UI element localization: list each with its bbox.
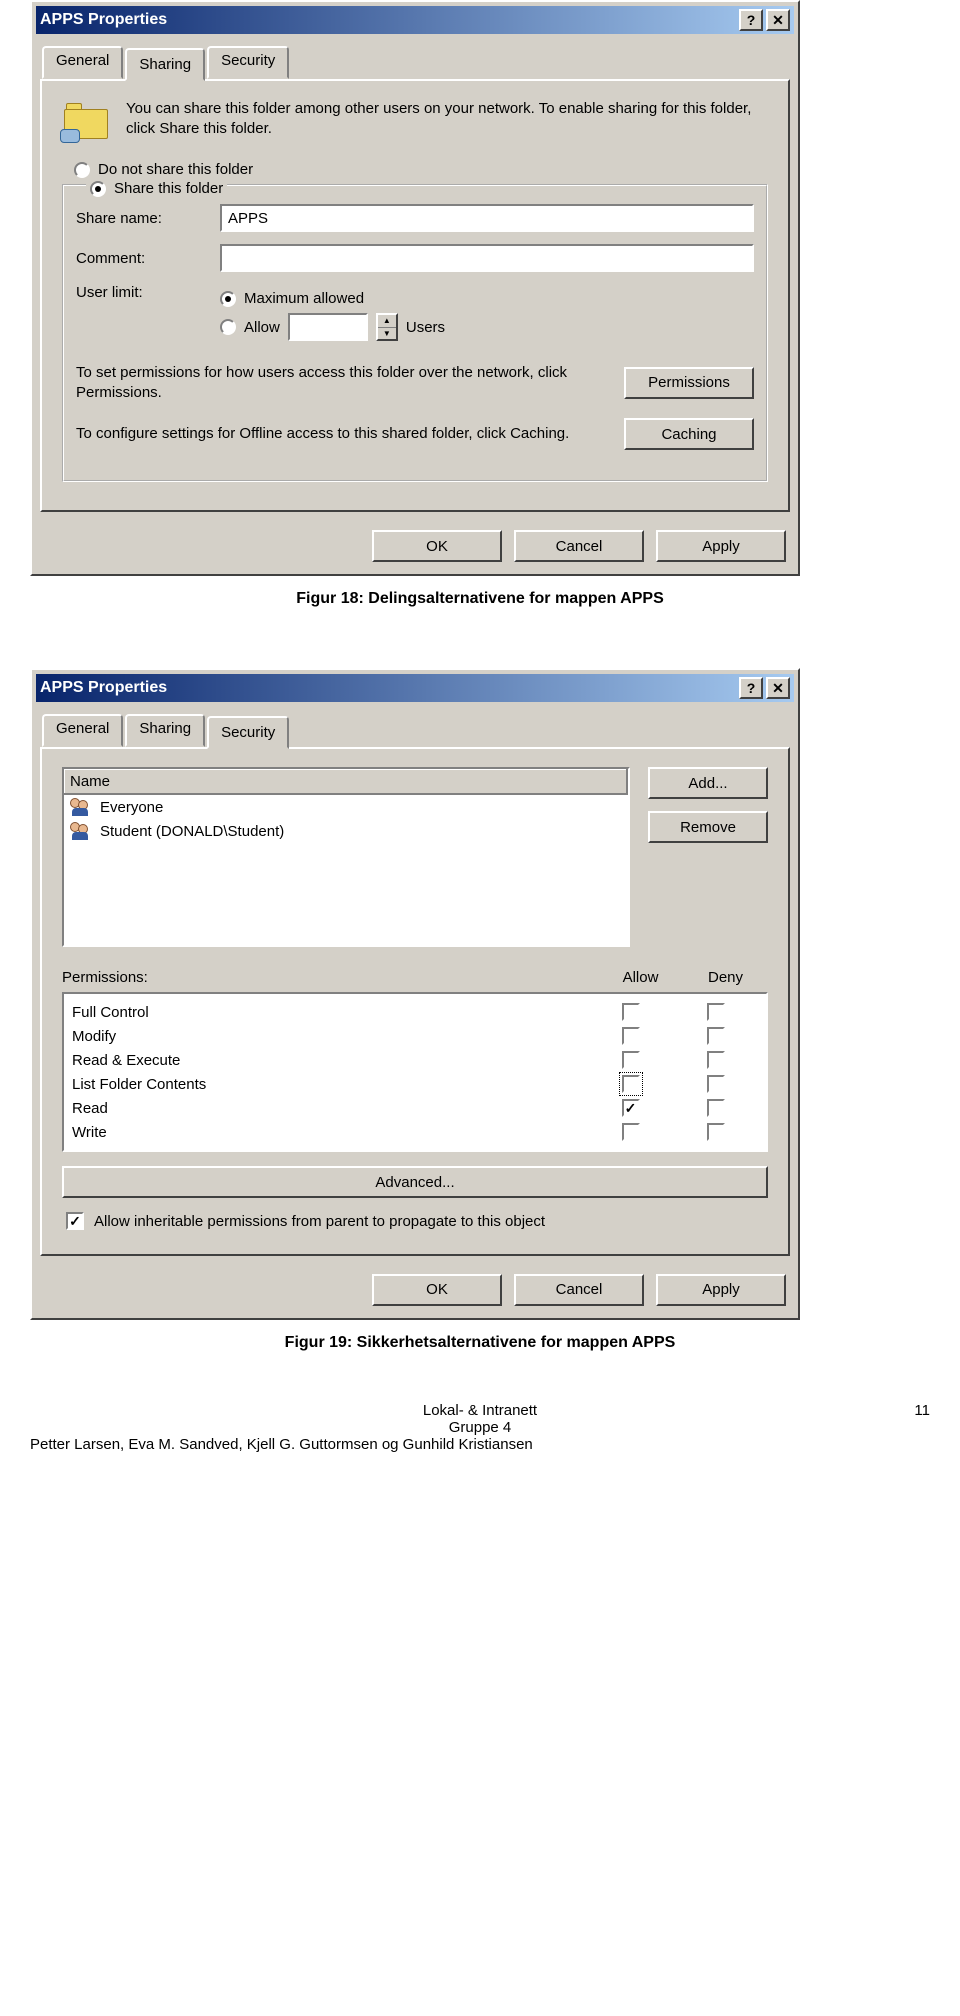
- tab-sharing[interactable]: Sharing: [125, 714, 205, 747]
- comment-label: Comment:: [76, 250, 206, 267]
- radio-max-allowed-label: Maximum allowed: [244, 290, 364, 307]
- titlebar: APPS Properties ? ✕: [36, 6, 794, 34]
- comment-input[interactable]: [220, 244, 754, 272]
- titlebar: APPS Properties ? ✕: [36, 674, 794, 702]
- footer-line1: Lokal- & Intranett: [30, 1402, 930, 1419]
- allow-checkbox[interactable]: [622, 1003, 640, 1021]
- permission-label: Modify: [72, 1028, 588, 1045]
- tab-bar: General Sharing Security: [42, 714, 794, 747]
- add-button[interactable]: Add...: [648, 767, 768, 799]
- cancel-button[interactable]: Cancel: [514, 1274, 644, 1306]
- inherit-checkbox[interactable]: [66, 1212, 84, 1230]
- deny-checkbox[interactable]: [707, 1075, 725, 1093]
- allow-checkbox[interactable]: [622, 1051, 640, 1069]
- ok-button[interactable]: OK: [372, 530, 502, 562]
- allow-checkbox[interactable]: [622, 1027, 640, 1045]
- permission-label: Read: [72, 1100, 588, 1117]
- permission-row: List Folder Contents: [72, 1072, 758, 1096]
- sharing-panel: You can share this folder among other us…: [40, 79, 790, 512]
- share-name-label: Share name:: [76, 210, 206, 227]
- help-button[interactable]: ?: [739, 677, 763, 699]
- deny-header: Deny: [683, 969, 768, 986]
- permissions-label: Permissions:: [62, 969, 598, 986]
- footer-authors: Petter Larsen, Eva M. Sandved, Kjell G. …: [30, 1436, 930, 1453]
- inherit-label: Allow inheritable permissions from paren…: [94, 1212, 545, 1232]
- deny-checkbox[interactable]: [707, 1027, 725, 1045]
- intro-text: You can share this folder among other us…: [126, 99, 768, 143]
- list-item[interactable]: Student (DONALD\Student): [64, 819, 628, 843]
- user-name: Student (DONALD\Student): [100, 823, 284, 840]
- properties-dialog-sharing: APPS Properties ? ✕ General Sharing Secu…: [30, 0, 800, 576]
- allow-count-spinner[interactable]: ▲ ▼: [376, 313, 398, 341]
- apply-button[interactable]: Apply: [656, 530, 786, 562]
- close-button[interactable]: ✕: [766, 677, 790, 699]
- figure-19-caption: Figur 19: Sikkerhetsalternativene for ma…: [30, 1334, 930, 1352]
- permission-label: Write: [72, 1124, 588, 1141]
- tab-general[interactable]: General: [42, 46, 123, 79]
- help-button[interactable]: ?: [739, 9, 763, 31]
- allow-checkbox[interactable]: [622, 1123, 640, 1141]
- radio-allow-n[interactable]: [220, 319, 236, 335]
- apply-button[interactable]: Apply: [656, 1274, 786, 1306]
- page-footer: Lokal- & Intranett 11 Gruppe 4 Petter La…: [30, 1402, 930, 1453]
- users-icon: [70, 822, 92, 840]
- permissions-button[interactable]: Permissions: [624, 367, 754, 399]
- radio-do-not-share[interactable]: [74, 162, 90, 178]
- window-title: APPS Properties: [40, 11, 736, 29]
- permission-label: Read & Execute: [72, 1052, 588, 1069]
- permission-label: Full Control: [72, 1004, 588, 1021]
- caching-button[interactable]: Caching: [624, 418, 754, 450]
- tab-general[interactable]: General: [42, 714, 123, 747]
- permission-row: Full Control: [72, 1000, 758, 1024]
- radio-allow-n-label: Allow: [244, 319, 280, 336]
- allow-checkbox[interactable]: [622, 1075, 640, 1093]
- caching-info: To configure settings for Offline access…: [76, 424, 604, 444]
- deny-checkbox[interactable]: [707, 1003, 725, 1021]
- ok-button[interactable]: OK: [372, 1274, 502, 1306]
- permissions-box: Full Control Modify Read & Execute List Fol…: [62, 992, 768, 1152]
- allow-header: Allow: [598, 969, 683, 986]
- permission-label: List Folder Contents: [72, 1076, 588, 1093]
- advanced-button[interactable]: Advanced...: [62, 1166, 768, 1198]
- deny-checkbox[interactable]: [707, 1123, 725, 1141]
- permission-row: Modify: [72, 1024, 758, 1048]
- footer-line2: Gruppe 4: [30, 1419, 930, 1436]
- remove-button[interactable]: Remove: [648, 811, 768, 843]
- share-name-input[interactable]: [220, 204, 754, 232]
- window-title: APPS Properties: [40, 679, 736, 697]
- user-limit-label: User limit:: [76, 284, 206, 301]
- users-suffix: Users: [406, 319, 445, 336]
- permission-row: Read: [72, 1096, 758, 1120]
- users-listbox[interactable]: Name Everyone Student (DONALD\Student): [62, 767, 630, 947]
- close-button[interactable]: ✕: [766, 9, 790, 31]
- deny-checkbox[interactable]: [707, 1099, 725, 1117]
- list-item[interactable]: Everyone: [64, 795, 628, 819]
- properties-dialog-security: APPS Properties ? ✕ General Sharing Secu…: [30, 668, 800, 1320]
- radio-do-not-share-label: Do not share this folder: [98, 161, 253, 178]
- radio-share[interactable]: [90, 181, 106, 197]
- spinner-down-icon[interactable]: ▼: [378, 328, 396, 340]
- security-panel: Name Everyone Student (DONALD\Student) Ad…: [40, 747, 790, 1256]
- allow-checkbox[interactable]: [622, 1099, 640, 1117]
- permission-row: Write: [72, 1120, 758, 1144]
- user-name: Everyone: [100, 799, 163, 816]
- tab-security[interactable]: Security: [207, 46, 289, 79]
- permission-row: Read & Execute: [72, 1048, 758, 1072]
- page-number: 11: [914, 1402, 930, 1419]
- spinner-up-icon[interactable]: ▲: [378, 315, 396, 328]
- tab-security[interactable]: Security: [207, 716, 289, 749]
- radio-share-label: Share this folder: [114, 180, 223, 197]
- permissions-info: To set permissions for how users access …: [76, 363, 604, 402]
- tab-bar: General Sharing Security: [42, 46, 794, 79]
- share-groupbox: Share this folder Share name: Comment: U…: [62, 184, 768, 482]
- deny-checkbox[interactable]: [707, 1051, 725, 1069]
- users-icon: [70, 798, 92, 816]
- figure-18-caption: Figur 18: Delingsalternativene for mappe…: [30, 590, 930, 608]
- cancel-button[interactable]: Cancel: [514, 530, 644, 562]
- shared-folder-icon: [62, 99, 112, 143]
- radio-max-allowed[interactable]: [220, 291, 236, 307]
- name-column-header[interactable]: Name: [64, 769, 628, 795]
- allow-count-input[interactable]: [288, 313, 368, 341]
- tab-sharing[interactable]: Sharing: [125, 48, 205, 81]
